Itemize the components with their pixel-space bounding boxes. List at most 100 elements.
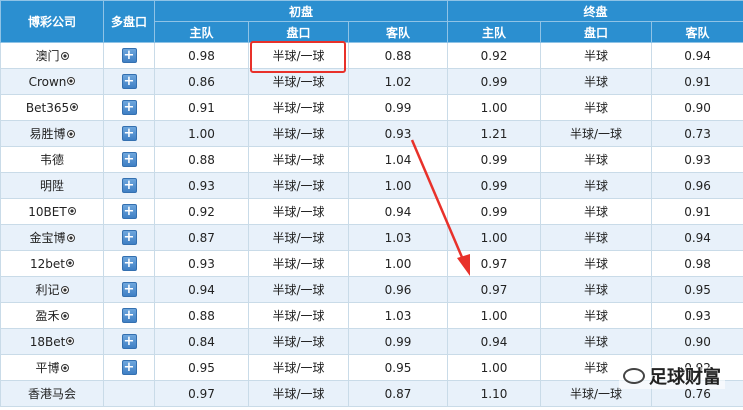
- plus-icon[interactable]: +: [121, 282, 137, 297]
- company-cell: 平博: [0, 354, 104, 381]
- cell-i-away: 1.04: [347, 146, 449, 173]
- cell-i-line: 半球/一球: [248, 94, 349, 121]
- cell-f-home: 0.97: [447, 250, 542, 277]
- cell-i-home: 0.94: [154, 276, 249, 303]
- company-cell: Bet365: [0, 94, 104, 121]
- cell-f-line: 半球: [540, 42, 653, 69]
- cell-f-away: 0.96: [651, 172, 743, 199]
- table-row: 10BET +0.92 半球/一球 0.94 0.99 半球 0.91: [0, 198, 743, 225]
- cell-f-away: 0.98: [651, 250, 743, 277]
- plus-icon[interactable]: +: [121, 74, 137, 89]
- soccer-ball-icon: [60, 285, 69, 294]
- company-cell: 易胜博: [0, 120, 104, 147]
- plus-icon[interactable]: +: [121, 126, 137, 141]
- cell-f-away: 0.95: [651, 276, 743, 303]
- cell-f-away: 0.91: [651, 198, 743, 225]
- soccer-ball-icon: [60, 311, 69, 320]
- company-name: 澳门: [35, 49, 60, 63]
- cell-f-home: 1.00: [447, 354, 542, 381]
- cell-i-line: 半球/一球: [248, 328, 349, 355]
- multi-cell: [103, 380, 155, 407]
- cell-f-away: 0.94: [651, 42, 743, 69]
- cell-i-away: 0.94: [347, 198, 449, 225]
- soccer-ball-icon: [66, 337, 75, 345]
- cell-f-home: 0.97: [447, 276, 542, 303]
- multi-cell: +: [103, 146, 155, 173]
- col-initial-home: 主队: [154, 21, 249, 43]
- company-name: Crown: [28, 74, 67, 89]
- cell-i-line: 半球/一球: [248, 146, 349, 173]
- multi-cell: +: [103, 68, 155, 95]
- cell-f-home: 0.99: [447, 68, 542, 95]
- company-cell: 盈禾: [0, 302, 104, 329]
- company-cell: 金宝博: [0, 224, 104, 251]
- cell-i-home: 1.00: [154, 120, 249, 147]
- soccer-ball-icon: [60, 363, 69, 372]
- company-cell: 韦德: [0, 146, 104, 173]
- cell-i-away: 1.03: [347, 302, 449, 329]
- company-name: 金宝博: [29, 231, 66, 245]
- cell-f-away: 0.73: [651, 120, 743, 147]
- cell-f-line: 半球: [540, 172, 653, 199]
- multi-cell: +: [103, 94, 155, 121]
- cell-f-home: 1.10: [447, 380, 542, 407]
- soccer-ball-icon: [65, 259, 74, 267]
- cell-i-line: 半球/一球: [248, 120, 349, 147]
- table-row: 利记 +0.94 半球/一球 0.96 0.97 半球 0.95: [0, 276, 743, 303]
- cell-i-home: 0.91: [154, 94, 249, 121]
- company-cell: 10BET: [0, 198, 104, 225]
- cell-f-home: 0.99: [447, 198, 542, 225]
- cell-i-away: 0.99: [347, 94, 449, 121]
- company-name: 平博: [35, 361, 60, 375]
- cell-f-away: 0.91: [651, 68, 743, 95]
- col-final-away: 客队: [651, 21, 743, 43]
- table-row: Bet365 +0.91 半球/一球 0.99 1.00 半球 0.90: [0, 94, 743, 121]
- cell-i-home: 0.97: [154, 380, 249, 407]
- cell-f-line: 半球: [540, 198, 653, 225]
- cell-i-away: 0.93: [347, 120, 449, 147]
- cell-f-home: 0.94: [447, 328, 542, 355]
- company-name: 盈禾: [35, 309, 60, 323]
- cell-f-line: 半球: [540, 328, 653, 355]
- cell-f-away: 0.90: [651, 328, 743, 355]
- company-cell: Crown: [0, 68, 104, 95]
- company-cell: 明陞: [0, 172, 104, 199]
- table-row: 易胜博 +1.00 半球/一球 0.93 1.21 半球/一球 0.73: [0, 120, 743, 147]
- cell-i-home: 0.88: [154, 302, 249, 329]
- header-row-groups: 博彩公司 多盘口 初盘 终盘: [0, 0, 743, 43]
- cell-f-home: 1.00: [447, 302, 542, 329]
- cell-i-away: 0.87: [347, 380, 449, 407]
- plus-icon[interactable]: +: [121, 48, 137, 63]
- table-row: 盈禾 +0.88 半球/一球 1.03 1.00 半球 0.93: [0, 302, 743, 329]
- table-row: 澳门 +0.98 半球/一球 0.88 0.92 半球 0.94: [0, 42, 743, 69]
- plus-icon[interactable]: +: [121, 308, 137, 323]
- cell-f-away: 0.90: [651, 94, 743, 121]
- company-name: 明陞: [39, 179, 64, 193]
- plus-icon[interactable]: +: [121, 178, 137, 193]
- cell-i-away: 0.96: [347, 276, 449, 303]
- col-company: 博彩公司: [0, 0, 104, 43]
- multi-cell: +: [103, 328, 155, 355]
- multi-cell: +: [103, 120, 155, 147]
- cell-f-line: 半球: [540, 224, 653, 251]
- plus-icon[interactable]: +: [121, 152, 137, 167]
- plus-icon[interactable]: +: [121, 334, 137, 349]
- col-final-home: 主队: [447, 21, 542, 43]
- cell-f-line: 半球: [540, 250, 653, 277]
- soccer-ball-icon: [70, 103, 79, 111]
- company-name: 18Bet: [29, 334, 66, 349]
- plus-icon[interactable]: +: [121, 256, 137, 271]
- cell-i-home: 0.87: [154, 224, 249, 251]
- col-initial-away: 客队: [347, 21, 449, 43]
- plus-icon[interactable]: +: [121, 360, 137, 375]
- multi-cell: +: [103, 302, 155, 329]
- plus-icon[interactable]: +: [121, 100, 137, 115]
- multi-cell: +: [103, 224, 155, 251]
- plus-icon[interactable]: +: [121, 230, 137, 245]
- group-final: 终盘: [447, 0, 743, 22]
- col-final-line: 盘口: [540, 21, 653, 43]
- cell-i-home: 0.93: [154, 250, 249, 277]
- plus-icon[interactable]: +: [121, 204, 137, 219]
- cell-i-line: 半球/一球: [248, 198, 349, 225]
- company-name: 12bet: [30, 256, 65, 271]
